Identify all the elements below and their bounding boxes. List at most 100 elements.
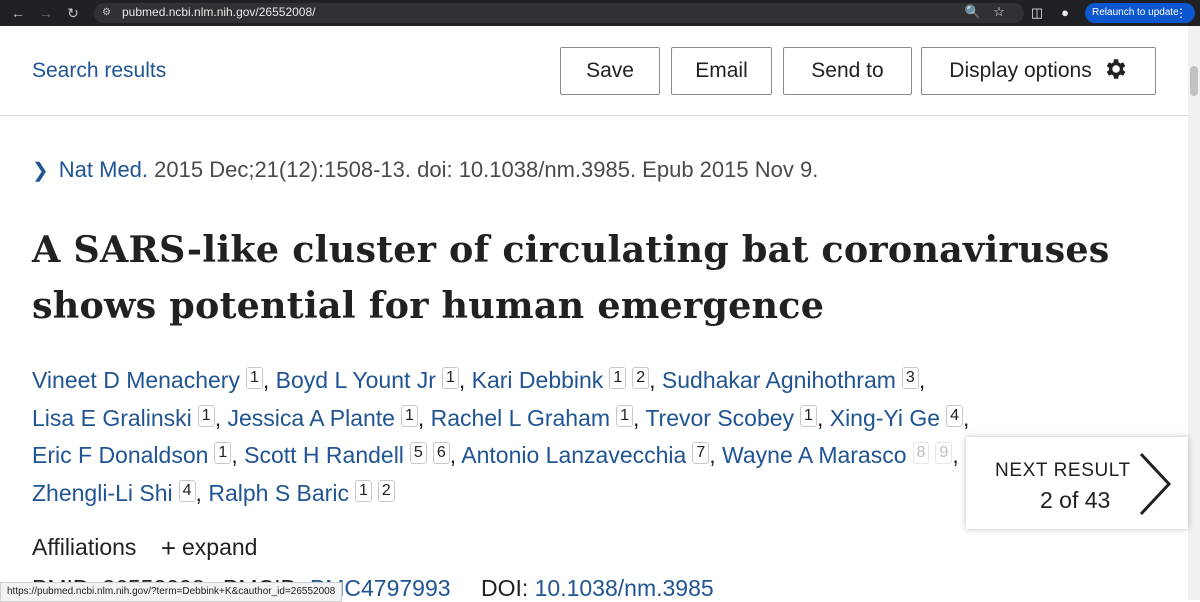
affiliations-label: Affiliations: [32, 534, 137, 560]
plus-icon: +: [160, 533, 176, 563]
affiliation-number[interactable]: 1: [616, 404, 633, 427]
display-options-button[interactable]: Display options: [921, 47, 1156, 95]
author-entry: Lisa E Gralinski 1,: [32, 404, 228, 431]
author-link[interactable]: Trevor Scobey: [645, 405, 794, 431]
browser-toolbar: ← → ↻ ⚙ pubmed.ncbi.nlm.nih.gov/26552008…: [0, 0, 1200, 26]
scrollbar-thumb[interactable]: [1190, 66, 1198, 96]
article-title: A SARS-like cluster of circulating bat c…: [32, 228, 1110, 327]
author-separator: ,: [231, 442, 245, 468]
doi-link[interactable]: 10.1038/nm.3985: [535, 575, 714, 601]
page-scrollbar[interactable]: [1188, 26, 1200, 600]
author-link[interactable]: Wayne A Marasco: [722, 442, 907, 468]
author-link[interactable]: Vineet D Menachery: [32, 367, 240, 393]
author-link[interactable]: Zhengli-Li Shi: [32, 480, 173, 506]
affiliation-number[interactable]: 9: [935, 442, 953, 464]
affiliation-number[interactable]: 8: [912, 442, 930, 464]
link-status-tooltip: https://pubmed.ncbi.nlm.nih.gov/?term=De…: [0, 582, 343, 602]
author-entry: Ralph S Baric 1 2: [208, 479, 395, 506]
search-results-link[interactable]: Search results: [32, 59, 166, 83]
affiliation-number[interactable]: 4: [946, 404, 964, 427]
reload-icon[interactable]: ↻: [63, 3, 83, 23]
doi-label: DOI:: [480, 575, 529, 601]
save-button[interactable]: Save: [560, 47, 660, 95]
author-separator: ,: [262, 367, 276, 393]
author-entry: Xing-Yi Ge 4,: [830, 404, 970, 431]
author-link[interactable]: Kari Debbink: [472, 367, 604, 393]
affiliation-number[interactable]: 1: [441, 367, 459, 389]
expand-label: expand: [182, 534, 258, 560]
profile-icon[interactable]: ●: [1056, 4, 1074, 22]
zoom-icon[interactable]: 🔍: [964, 4, 982, 20]
url-text[interactable]: pubmed.ncbi.nlm.nih.gov/26552008/: [122, 5, 315, 19]
author-separator: ,: [918, 367, 926, 393]
send-to-button[interactable]: Send to: [783, 47, 912, 95]
address-bar[interactable]: ⚙ pubmed.ncbi.nlm.nih.gov/26552008/ 🔍 ☆: [94, 3, 1024, 23]
author-entry: Zhengli-Li Shi 4,: [32, 479, 208, 506]
author-separator: ,: [632, 404, 646, 431]
display-options-label: Display options: [949, 59, 1092, 82]
affiliation-number[interactable]: 7: [692, 442, 710, 464]
citation-details: 2015 Dec;21(12):1508-13. doi: 10.1038/nm…: [154, 157, 819, 182]
author-link[interactable]: Xing-Yi Ge: [830, 405, 940, 431]
back-arrow-icon[interactable]: ←: [8, 3, 28, 23]
author-link[interactable]: Eric F Donaldson: [32, 442, 208, 468]
authors-list: Vineet D Menachery 1, Boyd L Yount Jr 1, K…: [32, 362, 1032, 512]
author-separator: ,: [963, 404, 970, 431]
author-separator: ,: [952, 442, 959, 468]
author-entry: Vineet D Menachery 1,: [32, 367, 276, 393]
affiliation-number[interactable]: 2: [632, 367, 650, 389]
chevron-right-icon[interactable]: ❯: [32, 160, 49, 182]
bookmark-star-icon[interactable]: ☆: [990, 4, 1008, 20]
affiliation-number[interactable]: 5: [409, 442, 427, 464]
journal-link[interactable]: Nat Med.: [59, 157, 148, 182]
author-link[interactable]: Jessica A Plante: [227, 405, 395, 431]
author-link[interactable]: Ralph S Baric: [208, 480, 349, 506]
author-entry: Trevor Scobey 1,: [645, 404, 830, 431]
affiliations-expand-toggle[interactable]: + expand: [160, 533, 258, 563]
relaunch-to-update-button[interactable]: Relaunch to update ⋮: [1085, 3, 1195, 23]
author-entry: Boyd L Yount Jr 1,: [276, 367, 472, 393]
email-button[interactable]: Email: [671, 47, 772, 95]
affiliation-number[interactable]: 6: [432, 442, 450, 464]
affiliation-number[interactable]: 4: [178, 479, 196, 502]
gear-icon: [1106, 59, 1126, 80]
author-separator: ,: [417, 404, 431, 431]
author-link[interactable]: Rachel L Graham: [431, 405, 610, 431]
author-separator: ,: [816, 404, 830, 431]
author-separator: ,: [458, 367, 472, 393]
author-entry: Jessica A Plante 1,: [227, 404, 431, 431]
author-entry: Sudhakar Agnihothram 3,: [662, 367, 925, 393]
site-info-icon[interactable]: ⚙: [102, 6, 116, 20]
chevron-right-icon: [1139, 452, 1172, 516]
affiliation-number[interactable]: 1: [800, 404, 817, 427]
author-link[interactable]: Boyd L Yount Jr: [276, 367, 436, 393]
author-link[interactable]: Sudhakar Agnihothram: [662, 367, 896, 393]
author-entry: Antonio Lanzavecchia 7,: [461, 442, 722, 468]
side-panel-icon[interactable]: ◫: [1028, 4, 1046, 22]
affiliation-number[interactable]: 1: [609, 367, 627, 389]
forward-arrow-icon[interactable]: →: [36, 3, 56, 23]
next-result-count: 2 of 43: [1040, 487, 1111, 513]
author-link[interactable]: Antonio Lanzavecchia: [461, 442, 686, 468]
author-separator: ,: [214, 404, 228, 431]
affiliation-number[interactable]: 1: [245, 367, 263, 389]
author-entry: Rachel L Graham 1,: [431, 404, 646, 431]
affiliation-number[interactable]: 1: [214, 442, 232, 464]
next-result-button[interactable]: NEXT RESULT 2 of 43: [966, 437, 1188, 529]
relaunch-label: Relaunch to update: [1092, 7, 1179, 18]
author-entry: Eric F Donaldson 1,: [32, 442, 244, 468]
author-separator: ,: [649, 367, 662, 393]
affiliation-number[interactable]: 1: [197, 404, 215, 427]
author-entry: Scott H Randell 5 6,: [244, 442, 461, 468]
article-page-header: Search results Save Email Send to Displa…: [0, 26, 1188, 116]
author-separator: ,: [449, 442, 462, 468]
affiliation-number[interactable]: 1: [400, 404, 418, 427]
author-separator: ,: [709, 442, 722, 468]
affiliation-number[interactable]: 2: [377, 479, 395, 502]
affiliation-number[interactable]: 1: [354, 479, 372, 502]
author-link[interactable]: Lisa E Gralinski: [32, 405, 192, 431]
author-link[interactable]: Scott H Randell: [244, 442, 404, 468]
more-menu-icon[interactable]: ⋮: [1175, 3, 1187, 23]
author-entry: Kari Debbink 1 2,: [472, 367, 662, 393]
affiliation-number[interactable]: 3: [901, 367, 919, 389]
